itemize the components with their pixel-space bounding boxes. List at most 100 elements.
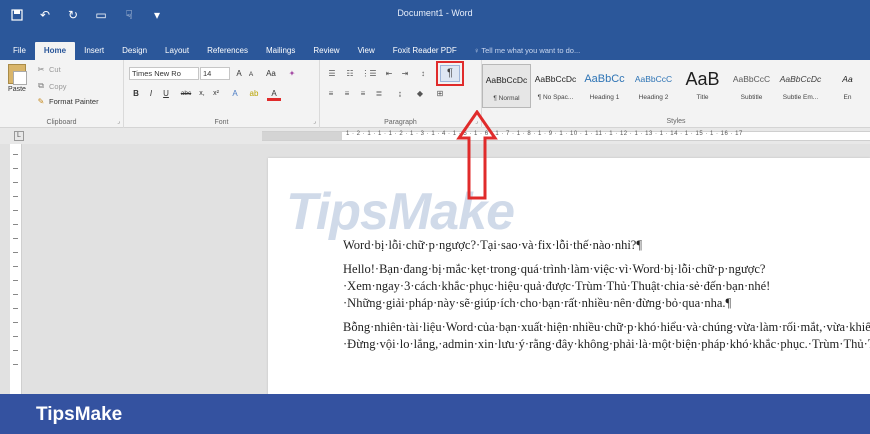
style-preview: AaBbCcDc (485, 75, 528, 85)
tab-mailings[interactable]: Mailings (257, 42, 304, 60)
shrink-font-button[interactable]: A (246, 68, 256, 82)
copy-label: Copy (49, 81, 67, 91)
paste-icon (8, 64, 27, 85)
horizontal-ruler[interactable]: 1 · 2 · 1 · 1 · 1 · 2 · 1 · 3 · 1 · 4 · … (262, 131, 870, 141)
font-group: Times New Ro 14 A A Aa ✦ B I U abc x, x²… (124, 60, 320, 128)
underline-button[interactable]: U (161, 87, 171, 101)
paintbrush-icon: ✎ (37, 97, 45, 106)
vertical-ruler[interactable] (10, 144, 22, 394)
dialog-launcher-icon[interactable]: ⌟ (117, 118, 120, 125)
title-bar: ↶ ↻ ▭ ☟ ▾ Document1 - Word (0, 0, 870, 38)
tab-design[interactable]: Design (113, 42, 156, 60)
tell-me-text: Tell me what you want to do... (481, 46, 581, 55)
multilevel-list-icon[interactable]: ⋮☰ (360, 67, 378, 81)
line-spacing-icon[interactable]: ↨ (392, 87, 408, 101)
align-right-icon[interactable]: ≡ (356, 87, 370, 101)
subscript-button[interactable]: x, (196, 87, 208, 101)
cut-label: Cut (49, 65, 61, 74)
style-name: Heading 2 (638, 94, 669, 101)
bullets-icon[interactable]: ☰ (324, 67, 340, 81)
justify-icon[interactable]: ≣ (372, 87, 386, 101)
tell-me-search[interactable]: ♀ Tell me what you want to do... (466, 42, 588, 60)
borders-icon[interactable]: ⊞ (432, 87, 448, 101)
style-name: Title (696, 94, 709, 101)
style-preview: AaBbCcC (732, 74, 771, 84)
style-subtitle[interactable]: AaBbCcC Subtitle (727, 64, 776, 108)
copy-icon: ⧉ (38, 81, 44, 90)
scissors-icon: ✂ (37, 65, 45, 74)
window-title: Document1 - Word (397, 8, 473, 18)
strikethrough-button[interactable]: abc (178, 87, 194, 101)
style-name: ¶ No Spac... (537, 94, 574, 101)
grow-font-button[interactable]: A (233, 67, 245, 81)
clear-formatting-icon[interactable]: ✦ (286, 67, 298, 81)
style-heading-2[interactable]: AaBbCcC Heading 2 (629, 64, 678, 108)
document-body[interactable]: Word·bị·lỗi·chữ·p·ngược?·Tại·sao·và·fix·… (343, 237, 870, 360)
style-name: Subtitle (740, 94, 763, 101)
style-emphasis[interactable]: Aa En (825, 64, 870, 108)
clipboard-group-label: Clipboard (46, 119, 77, 126)
bold-button[interactable]: B (131, 87, 141, 101)
paste-button[interactable]: Paste (3, 64, 31, 93)
lightbulb-icon: ♀ (473, 46, 480, 55)
style-no-spacing[interactable]: AaBbCcDc ¶ No Spac... (531, 64, 580, 108)
change-case-button[interactable]: Aa (260, 67, 282, 81)
shading-icon[interactable]: ◆ (412, 87, 428, 101)
format-painter-button[interactable]: ✎ Format Painter (36, 97, 99, 106)
font-color-icon[interactable]: A (267, 87, 281, 101)
brand-logo-text: TipsMake (36, 404, 123, 425)
ruler-numbers: 1 · 2 · 1 · 1 · 1 · 2 · 1 · 3 · 1 · 4 · … (346, 131, 743, 137)
document-page[interactable]: TipsMake Word·bị·lỗi·chữ·p·ngược?·Tại·sa… (268, 158, 870, 398)
numbering-icon[interactable]: ☷ (342, 67, 358, 81)
red-arrow-annotation (456, 110, 498, 200)
style-preview: Aa (842, 74, 853, 84)
style-title[interactable]: AaB Title (678, 64, 727, 108)
style-name: ¶ Normal (493, 95, 520, 102)
tab-review[interactable]: Review (304, 42, 348, 60)
style-preview: AaB (685, 69, 720, 89)
styles-gallery: AaBbCcDc ¶ Normal AaBbCcDc ¶ No Spac... … (482, 64, 870, 110)
highlight-color-icon[interactable]: ab (246, 87, 262, 101)
font-name-select[interactable]: Times New Ro (129, 67, 199, 80)
superscript-button[interactable]: x² (210, 87, 222, 101)
tab-view[interactable]: View (349, 42, 384, 60)
paste-label: Paste (8, 86, 26, 93)
document-paragraph: Bỗng·nhiên·tài·liệu·Word·của·bạn·xuất·hi… (343, 320, 870, 351)
copy-button[interactable]: ⧉ Copy (36, 81, 67, 91)
style-heading-1[interactable]: AaBbCc Heading 1 (580, 64, 629, 108)
text-effects-icon[interactable]: A (228, 87, 242, 101)
tab-selector-icon[interactable]: L (14, 131, 24, 141)
tab-home[interactable]: Home (34, 42, 76, 60)
sort-icon[interactable]: ↕ (416, 67, 430, 81)
style-preview: AaBbCcDc (779, 74, 822, 84)
tab-file[interactable]: File (4, 42, 35, 60)
italic-button[interactable]: I (146, 87, 156, 101)
tab-insert[interactable]: Insert (75, 42, 113, 60)
align-left-icon[interactable]: ≡ (324, 87, 338, 101)
increase-indent-icon[interactable]: ⇥ (398, 67, 412, 81)
ruler-bar: L 1 · 2 · 1 · 1 · 1 · 2 · 1 · 3 · 1 · 4 … (0, 128, 870, 144)
font-size-select[interactable]: 14 (200, 67, 230, 80)
style-preview: AaBbCcDc (534, 74, 577, 84)
align-center-icon[interactable]: ≡ (340, 87, 354, 101)
highlight-box (436, 61, 464, 86)
format-painter-label: Format Painter (49, 97, 99, 106)
clipboard-group: Paste ✂ Cut ⧉ Copy ✎ Format Painter Clip… (0, 60, 124, 128)
tab-references[interactable]: References (198, 42, 257, 60)
style-name: Subtle Em... (782, 94, 819, 101)
style-normal[interactable]: AaBbCcDc ¶ Normal (482, 64, 531, 108)
document-heading: Word·bị·lỗi·chữ·p·ngược?·Tại·sao·và·fix·… (343, 238, 642, 252)
document-paragraph: Hello!·Bạn·đang·bị·mắc·kẹt·trong·quá·trì… (343, 262, 771, 310)
ruler-left-margin (262, 132, 342, 140)
styles-group-label: Styles (666, 118, 686, 125)
style-subtle-emphasis[interactable]: AaBbCcDc Subtle Em... (776, 64, 825, 108)
tab-layout[interactable]: Layout (156, 42, 198, 60)
cut-button[interactable]: ✂ Cut (36, 65, 61, 74)
style-preview: AaBbCc (584, 73, 625, 85)
tab-foxit-reader-pdf[interactable]: Foxit Reader PDF (384, 42, 466, 60)
font-dialog-launcher-icon[interactable]: ⌟ (313, 118, 316, 125)
decrease-indent-icon[interactable]: ⇤ (382, 67, 396, 81)
ribbon: Paste ✂ Cut ⧉ Copy ✎ Format Painter Clip… (0, 60, 870, 128)
font-group-label: Font (214, 119, 229, 126)
footer-banner: TipsMake (0, 394, 870, 434)
